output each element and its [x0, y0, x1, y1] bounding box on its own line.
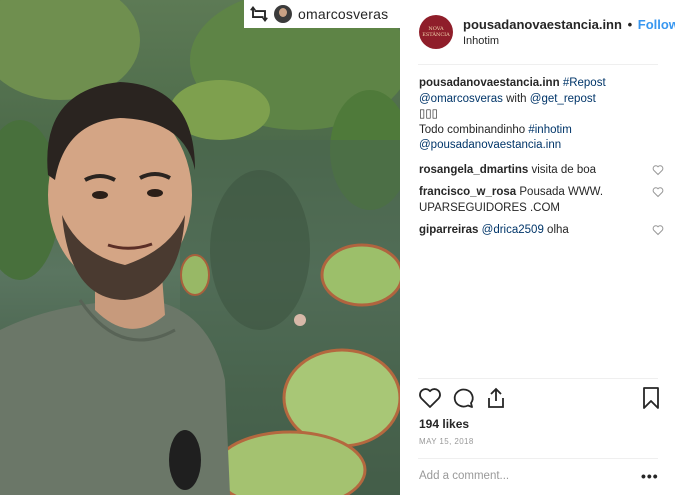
- comment-item: giparreiras @drica2509 olha: [419, 222, 664, 238]
- post-location[interactable]: Inhotim: [463, 35, 675, 47]
- comment-username[interactable]: francisco_w_rosa: [419, 186, 516, 198]
- caption-with: with: [506, 92, 527, 105]
- mention-pousada[interactable]: @pousadanovaestancia.inn: [419, 138, 664, 154]
- mention-get-repost[interactable]: @get_repost: [530, 93, 596, 105]
- action-bar: [418, 386, 663, 414]
- repost-avatar[interactable]: [274, 5, 292, 23]
- small-heart-icon[interactable]: [652, 164, 664, 176]
- composer-divider: [418, 458, 658, 459]
- repost-attribution[interactable]: omarcosveras: [244, 0, 400, 28]
- follow-button[interactable]: Follow: [638, 17, 675, 32]
- comment-item: rosangela_dmartins visita de boa: [419, 162, 664, 178]
- small-heart-icon[interactable]: [652, 186, 664, 198]
- caption-username[interactable]: pousadanovaestancia.inn: [419, 77, 560, 89]
- header-separator: •: [627, 17, 633, 32]
- account-username[interactable]: pousadanovaestancia.inn: [463, 17, 622, 32]
- caption-boxes: ▯▯▯: [419, 108, 438, 120]
- account-avatar[interactable]: NOVA ESTÂNCIA: [419, 15, 453, 49]
- repost-icon: [250, 6, 268, 22]
- comment-text: visita de boa: [531, 163, 597, 176]
- post-header: NOVA ESTÂNCIA pousadanovaestancia.inn • …: [400, 0, 675, 64]
- post-side-panel: NOVA ESTÂNCIA pousadanovaestancia.inn • …: [400, 0, 675, 495]
- mention-omarcosveras[interactable]: @omarcosveras: [419, 93, 503, 105]
- repost-username[interactable]: omarcosveras: [298, 6, 388, 22]
- actions-divider: [418, 378, 658, 379]
- repost-hashtag[interactable]: #Repost: [563, 77, 606, 89]
- caption-text: Todo combinandinho: [419, 123, 526, 136]
- comments-list: pousadanovaestancia.inn #Repost @omarcos…: [419, 76, 664, 238]
- small-heart-icon[interactable]: [652, 224, 664, 236]
- comment-icon[interactable]: [451, 386, 475, 410]
- more-options-button[interactable]: •••: [641, 468, 659, 484]
- comment-text: olha: [547, 223, 569, 236]
- comment-username[interactable]: giparreiras: [419, 224, 478, 236]
- post-caption: pousadanovaestancia.inn #Repost @omarcos…: [419, 76, 664, 154]
- share-icon[interactable]: [484, 386, 508, 410]
- garden-scene-image: [0, 0, 400, 495]
- comment-mention[interactable]: @drica2509: [482, 224, 544, 236]
- post-photo[interactable]: omarcosveras: [0, 0, 400, 495]
- comment-username[interactable]: rosangela_dmartins: [419, 164, 528, 176]
- post-date: MAY 15, 2018: [419, 437, 474, 446]
- hashtag-inhotim[interactable]: #inhotim: [528, 124, 571, 136]
- avatar-logo-text: NOVA ESTÂNCIA: [422, 26, 450, 38]
- likes-count[interactable]: 194 likes: [419, 417, 469, 431]
- comment-input[interactable]: Add a comment...: [419, 470, 509, 482]
- heart-icon[interactable]: [418, 386, 442, 410]
- bookmark-icon[interactable]: [639, 386, 663, 410]
- header-divider: [418, 64, 658, 65]
- comment-item: francisco_w_rosa Pousada WWW. UPARSEGUID…: [419, 184, 664, 216]
